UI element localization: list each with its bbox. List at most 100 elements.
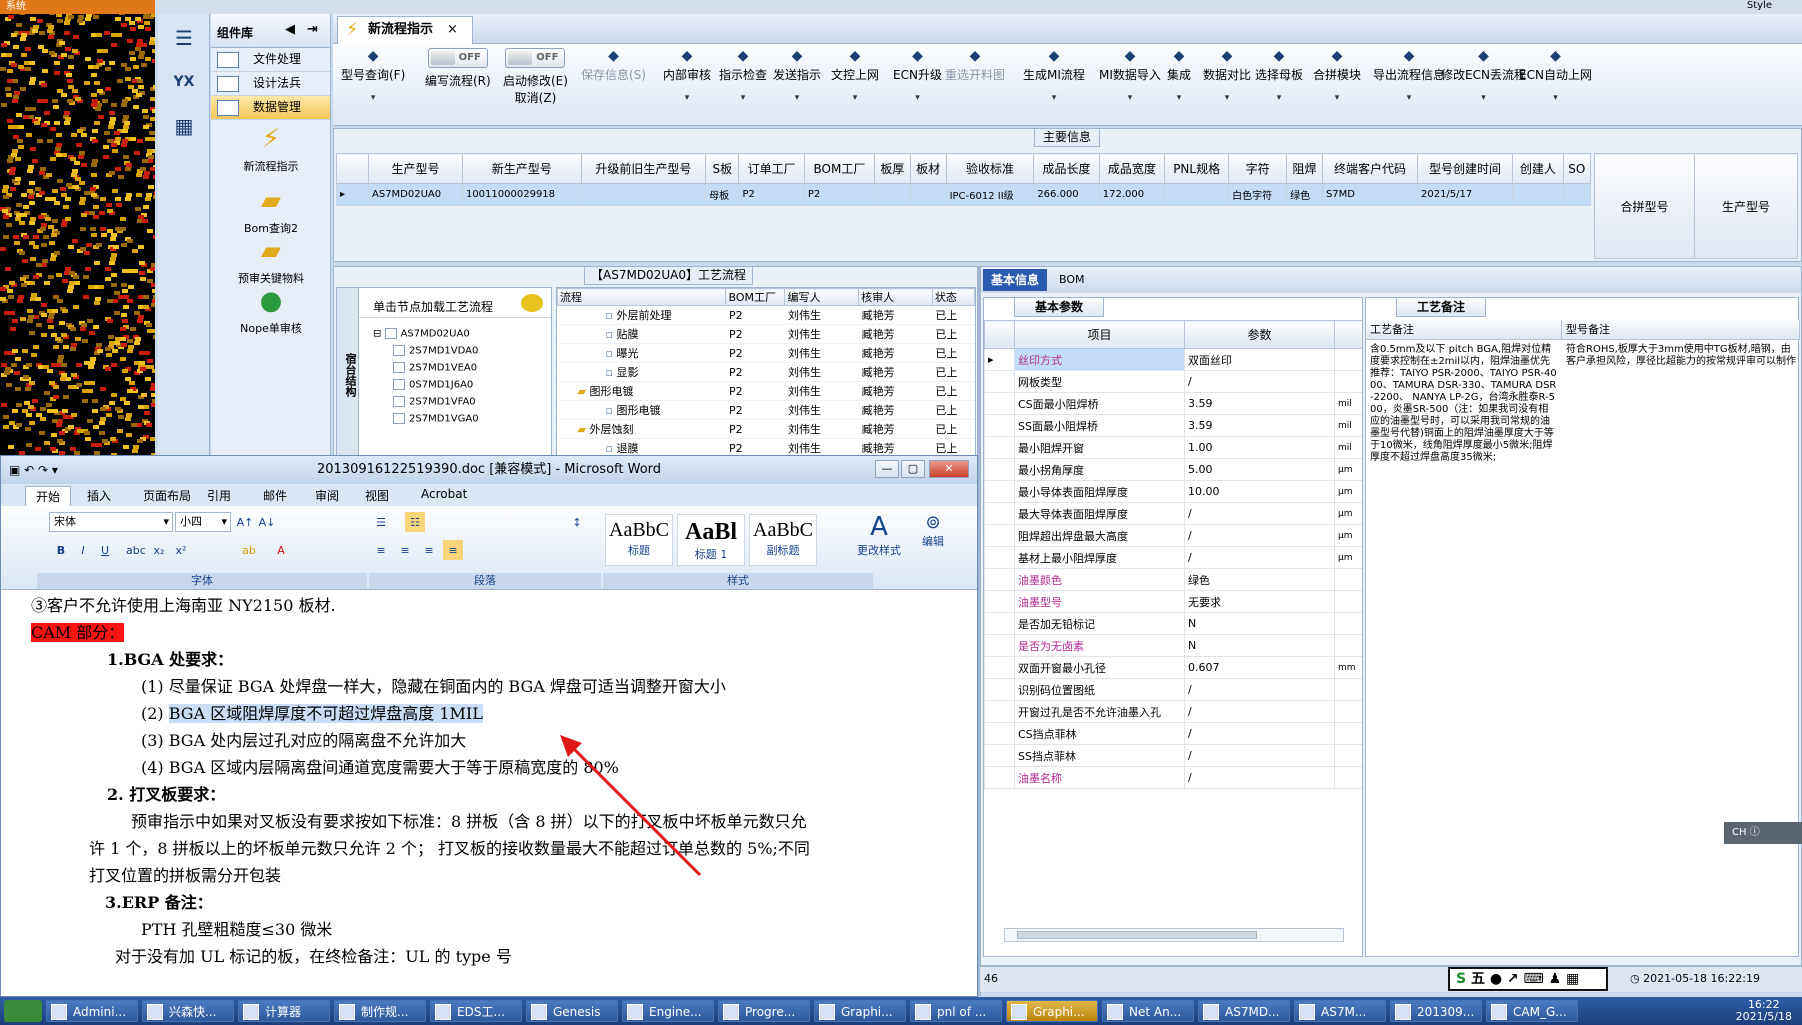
table-cell[interactable]: IPC-6012 II级 [945, 183, 1035, 206]
chevron-down-icon[interactable]: ▾ [1099, 93, 1161, 103]
chevron-down-icon[interactable]: ▾ [831, 93, 879, 103]
flow-step[interactable]: ▫ 外层前处理 [557, 305, 726, 325]
tree-side-label[interactable]: 宿台结构 [337, 288, 359, 462]
table-cell[interactable] [1562, 183, 1592, 206]
table-cell[interactable]: 10011000029918 [461, 183, 582, 206]
toggle-switch[interactable]: OFF [427, 48, 488, 68]
column-header[interactable]: 字符 [1228, 153, 1288, 184]
taskbar-button[interactable]: Admini... [46, 1000, 138, 1022]
param-header-item[interactable]: 项目 [1014, 320, 1185, 349]
ribbon-tab[interactable]: 邮件 [263, 487, 287, 504]
change-styles-button[interactable]: A 更改样式 [851, 512, 907, 558]
style-gallery-item[interactable]: AaBbC 标题 [605, 514, 673, 566]
table-cell[interactable] [580, 183, 707, 206]
toolbar-item-9[interactable]: ◆ 重选开料图 [945, 48, 1005, 83]
param-row[interactable]: 双面开窗最小孔径 0.607 mm [984, 656, 1362, 679]
param-value[interactable]: 5.00 [1184, 458, 1335, 481]
table-cell[interactable]: AS7MD02UA0 [368, 183, 463, 206]
ribbon-tab[interactable]: 开始 [25, 486, 72, 506]
doc-line-selected[interactable]: (2) BGA 区域阻焊厚度不可超过焊盘高度 1MIL [1, 700, 977, 727]
shrink-font-icon[interactable]: A↓ [257, 512, 277, 532]
taskbar-button[interactable]: Engine... [622, 1000, 714, 1022]
column-header[interactable]: 核审人 [858, 288, 933, 306]
param-row[interactable]: 最小阻焊开窗 1.00 mil [984, 436, 1362, 459]
param-row[interactable]: 最小导体表面阻焊厚度 10.00 μm [984, 480, 1362, 503]
tree-node[interactable]: 2S7MD1VDA0 [393, 345, 478, 357]
table-cell[interactable]: S7MD [1321, 183, 1418, 206]
param-value[interactable]: / [1184, 766, 1335, 789]
font-color-button[interactable]: A [271, 540, 291, 560]
table-cell[interactable] [1512, 183, 1564, 206]
toolbar-item-15[interactable]: ◆ 合拼模块 ▾ [1313, 48, 1361, 103]
merge-header[interactable]: 合拼型号 [1594, 153, 1695, 259]
align-right-button[interactable]: ≡ [419, 540, 439, 560]
pin-icon[interactable]: ⇥ [307, 22, 318, 37]
bullets-button[interactable]: ☰ [371, 512, 391, 532]
toolbar-item-3[interactable]: ◆ 保存信息(S) [581, 48, 646, 83]
taskbar-button[interactable]: EDS工... [430, 1000, 522, 1022]
close-icon[interactable]: × [447, 22, 458, 37]
taskbar-button[interactable]: Progre... [718, 1000, 810, 1022]
param-value[interactable]: / [1184, 744, 1335, 767]
table-cell[interactable]: 2021/5/17 [1416, 183, 1514, 206]
flow-step[interactable]: ▫ 曝光 [557, 343, 726, 363]
column-header[interactable]: 板厚 [873, 153, 911, 184]
toolbar-item-18[interactable]: ◆ ECN自动上网 ▾ [1519, 48, 1592, 103]
param-row[interactable]: 是否为无卤素 N [984, 634, 1362, 657]
chevron-down-icon[interactable]: ▾ [1203, 93, 1251, 103]
ribbon-tab[interactable]: 插入 [87, 487, 111, 504]
chevron-down-icon[interactable]: ▾ [1023, 93, 1085, 103]
font-name-select[interactable]: 宋体 ▾ [49, 512, 173, 532]
taskbar-button[interactable]: CAM_G... [1486, 1000, 1578, 1022]
tab-new-flow[interactable]: ⚡ 新流程指示 × [337, 16, 473, 44]
chat-bubble-icon[interactable] [521, 294, 543, 312]
tab-basic-params[interactable]: 基本参数 [1014, 298, 1105, 317]
system-menu[interactable]: 系统 [0, 0, 155, 14]
chevron-down-icon[interactable]: ▾ [773, 93, 821, 103]
comp-item-data[interactable]: 数据管理 [211, 96, 330, 120]
prev-arrow-icon[interactable]: ◀ [285, 22, 295, 37]
table-row[interactable]: ▫ 图形电镀 P2 刘伟生 臧艳芳 已上 [557, 400, 975, 420]
flow-step[interactable]: ▫ 贴膜 [557, 324, 726, 344]
chevron-down-icon[interactable]: ▾ [1313, 93, 1361, 103]
param-row[interactable]: 是否加无铅标记 N [984, 612, 1362, 635]
tab-process-notes[interactable]: 工艺备注 [1396, 297, 1487, 317]
chevron-down-icon[interactable]: ▾ [1255, 93, 1303, 103]
chevron-down-icon[interactable]: ▾ [663, 93, 711, 103]
flow-step[interactable]: ▰ 外层蚀刻 [557, 419, 726, 439]
column-header[interactable]: 板材 [909, 153, 947, 184]
param-value[interactable]: / [1184, 722, 1335, 745]
underline-button[interactable]: U [95, 540, 115, 560]
italic-button[interactable]: I [73, 540, 93, 560]
column-header[interactable]: PNL规格 [1164, 153, 1230, 184]
align-center-button[interactable]: ≡ [395, 540, 415, 560]
flow-step[interactable]: ▫ 图形电镀 [557, 400, 726, 420]
table-row[interactable]: ▸ AS7MD02UA0 10011000029918 母板 P2 P2 IPC-6012 … [336, 183, 1592, 206]
param-value[interactable]: / [1184, 524, 1335, 547]
selected-text[interactable]: BGA 区域阻焊厚度不可超过焊盘高度 1MIL [168, 704, 483, 723]
param-row[interactable]: CS挡点菲林 / [984, 722, 1362, 745]
param-row[interactable]: 油墨名称 / [984, 766, 1362, 789]
taskbar-button[interactable]: Graphi... [1006, 1000, 1098, 1022]
param-value[interactable]: 10.00 [1184, 480, 1335, 503]
cancel-link[interactable]: 取消(Z) [515, 91, 557, 105]
column-header[interactable]: SO [1562, 153, 1592, 184]
bold-button[interactable]: B [51, 540, 71, 560]
toggle-switch[interactable]: OFF [505, 48, 566, 68]
merge-header[interactable]: 生产型号 [1694, 153, 1798, 259]
table-cell[interactable]: 母板 [705, 183, 740, 206]
table-cell[interactable]: 172.000 [1098, 183, 1166, 206]
param-row[interactable]: 阻焊超出焊盘最大高度 / μm [984, 524, 1362, 547]
param-header-value[interactable]: 参数 [1184, 320, 1335, 349]
param-value[interactable]: / [1184, 502, 1335, 525]
table-cell[interactable]: P2 [738, 183, 805, 206]
tab-basic-info[interactable]: 基本信息 [983, 269, 1048, 291]
document-body[interactable]: ③客户不允许使用上海南亚 NY2150 板材. CAM 部分： 1.BGA 处要… [1, 592, 977, 970]
param-value[interactable]: / [1184, 678, 1335, 701]
table-cell[interactable]: 绿色 [1286, 183, 1323, 206]
flow-step[interactable]: ▫ 显影 [557, 362, 726, 382]
column-header[interactable]: BOM工厂 [803, 153, 875, 184]
param-row[interactable]: 油墨颜色 绿色 [984, 568, 1362, 591]
table-row[interactable]: ▰ 图形电镀 P2 刘伟生 臧艳芳 已上 [557, 381, 975, 401]
param-row[interactable]: 基材上最小阻焊厚度 / μm [984, 546, 1362, 569]
